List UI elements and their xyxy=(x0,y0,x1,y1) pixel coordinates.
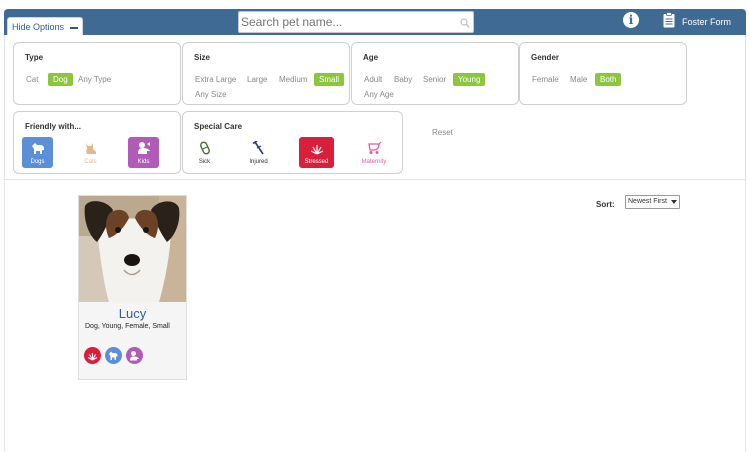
special-care-title: Special Care xyxy=(194,122,243,131)
pet-name[interactable]: Lucy xyxy=(79,306,186,321)
care-stressed-label: Stressed xyxy=(304,159,329,165)
size-option-large[interactable]: Large xyxy=(247,75,267,84)
size-option-medium[interactable]: Medium xyxy=(279,75,307,84)
care-sick-label: Sick xyxy=(198,159,211,165)
dog-photo-illustration xyxy=(79,196,186,302)
stroller-icon xyxy=(368,141,382,154)
care-injured-toggle[interactable]: Injured xyxy=(243,137,274,168)
care-injured-label: Injured xyxy=(249,159,268,165)
age-title: Age xyxy=(363,53,379,62)
kid-icon xyxy=(138,142,150,154)
stress-icon xyxy=(87,353,98,361)
dog-icon xyxy=(32,143,44,154)
hide-options-label: Hide Options xyxy=(12,22,65,32)
age-option-baby[interactable]: Baby xyxy=(394,75,412,84)
age-option-adult[interactable]: Adult xyxy=(364,75,382,84)
pet-photo[interactable] xyxy=(79,196,186,302)
friendly-cats-label: Cats xyxy=(84,159,97,165)
pill-icon xyxy=(200,141,210,155)
pet-badge-dogs xyxy=(105,347,122,364)
size-filter: Size Extra Large Large Medium Small Any … xyxy=(182,42,350,105)
reset-button[interactable]: Reset xyxy=(432,128,453,137)
dog-icon xyxy=(109,351,118,360)
hide-options-button[interactable]: Hide Options xyxy=(7,17,83,37)
search-icon[interactable] xyxy=(460,18,470,28)
friendly-title: Friendly with... xyxy=(25,122,82,131)
search-input[interactable] xyxy=(241,14,451,30)
age-option-young[interactable]: Young xyxy=(453,73,486,86)
foster-form-label: Foster Form xyxy=(682,17,732,27)
info-icon[interactable]: i xyxy=(623,12,639,28)
friendly-dogs-toggle[interactable]: Dogs xyxy=(22,137,53,168)
type-title: Type xyxy=(25,53,44,62)
type-option-dog[interactable]: Dog xyxy=(48,73,73,86)
crutch-icon xyxy=(252,141,264,155)
pet-badge-stressed xyxy=(84,347,101,364)
kid-icon xyxy=(130,351,139,361)
age-option-any[interactable]: Any Age xyxy=(364,90,394,99)
sort-select[interactable]: Newest First xyxy=(625,195,680,209)
cat-icon xyxy=(86,143,96,154)
minus-icon xyxy=(70,27,78,29)
pet-description: Dog, Young, Female, Small xyxy=(85,323,170,330)
care-maternity-label: Maternity xyxy=(361,159,387,165)
gender-option-male[interactable]: Male xyxy=(570,75,587,84)
size-option-any[interactable]: Any Size xyxy=(195,90,227,99)
clipboard-icon xyxy=(663,12,675,28)
stress-icon xyxy=(310,145,324,155)
friendly-kids-toggle[interactable]: Kids xyxy=(128,137,159,168)
pet-card[interactable]: Lucy Dog, Young, Female, Small xyxy=(78,195,187,380)
friendly-cats-toggle[interactable]: Cats xyxy=(75,137,106,168)
gender-title: Gender xyxy=(531,53,560,62)
care-maternity-toggle[interactable]: Maternity xyxy=(356,137,392,168)
care-stressed-toggle[interactable]: Stressed xyxy=(299,137,334,168)
friendly-dogs-label: Dogs xyxy=(30,159,45,165)
age-option-senior[interactable]: Senior xyxy=(423,75,446,84)
type-option-any[interactable]: Any Type xyxy=(78,75,111,84)
age-filter: Age Adult Baby Senior Young Any Age xyxy=(351,42,519,105)
size-option-small[interactable]: Small xyxy=(314,73,345,86)
type-filter: Type Cat Dog Any Type xyxy=(13,42,181,105)
gender-option-female[interactable]: Female xyxy=(532,75,559,84)
friendly-kids-label: Kids xyxy=(137,159,150,165)
pet-badge-kids xyxy=(126,347,143,364)
type-option-cat[interactable]: Cat xyxy=(26,75,38,84)
special-care-filter: Special Care Sick Injured Stressed Mater… xyxy=(182,111,403,174)
chevron-down-icon xyxy=(671,200,677,204)
size-option-extra-large[interactable]: Extra Large xyxy=(195,75,236,84)
search-box[interactable] xyxy=(238,11,474,33)
size-title: Size xyxy=(194,53,211,62)
sort-label: Sort: xyxy=(596,200,615,209)
friendly-filter: Friendly with... Dogs Cats Kids xyxy=(13,111,181,174)
gender-filter: Gender Female Male Both xyxy=(519,42,687,105)
gender-option-both[interactable]: Both xyxy=(595,73,622,86)
sort-value: Newest First xyxy=(628,198,667,205)
filter-panel: Type Cat Dog Any Type Size Extra Large L… xyxy=(4,35,746,180)
care-sick-toggle[interactable]: Sick xyxy=(189,137,220,168)
